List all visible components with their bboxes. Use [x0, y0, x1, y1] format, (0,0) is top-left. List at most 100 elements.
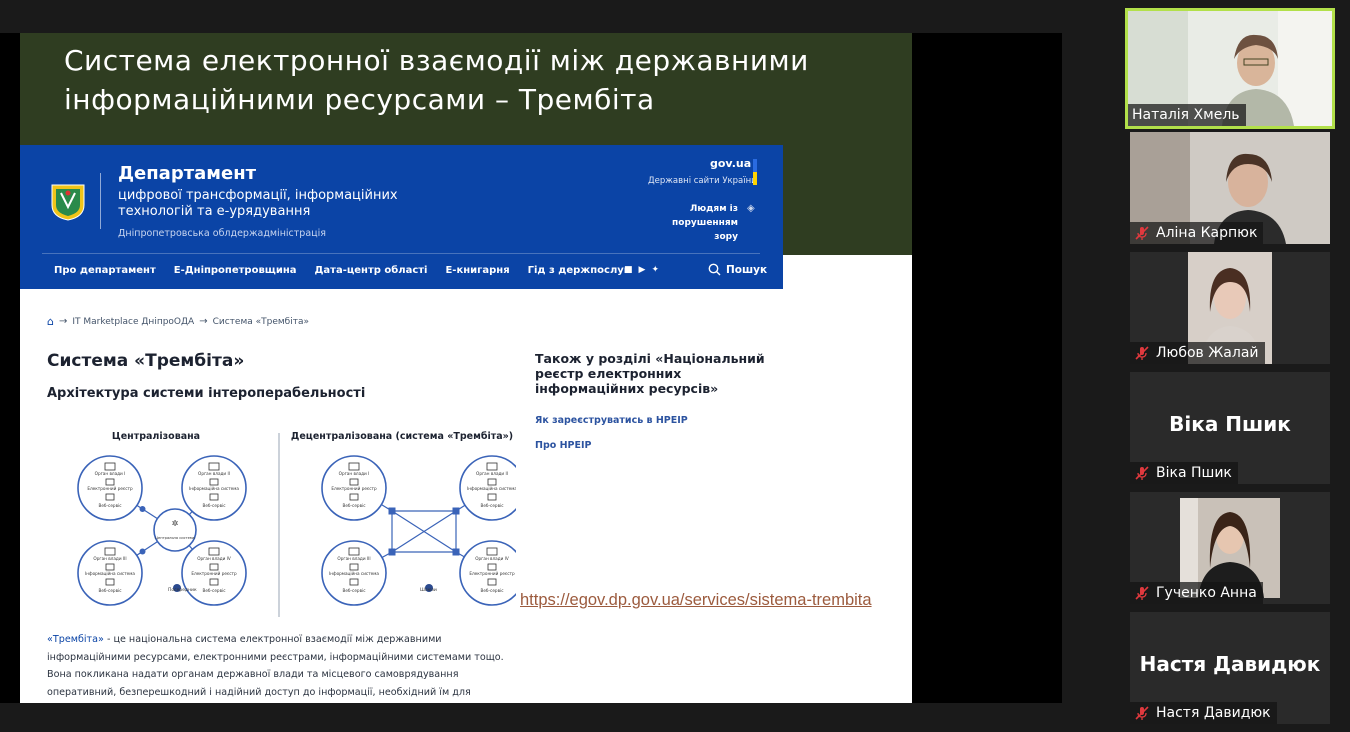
trembita-description: «Трембіта» - це національна система елек… [47, 631, 522, 703]
social-links: ■ ▶ ✦ [624, 265, 659, 275]
diagram-right-title: Децентралізована (система «Трембіта») [291, 431, 513, 442]
participant-tile[interactable]: Любов Жалай [1130, 252, 1330, 364]
participant-name: Аліна Карпюк [1156, 225, 1258, 241]
department-subtitle: цифрової трансформації, інформаційних те… [118, 188, 398, 219]
diagram-node: Орган влади IV Електронний реєстр Веб-серв… [181, 540, 247, 606]
accessibility-link[interactable]: Людям із порушенням зору [642, 202, 738, 244]
gateway-icon [452, 548, 460, 556]
main-nav: Про департамент Е-Дніпропетровщина Дата-… [54, 265, 629, 276]
twitter-icon[interactable]: ✦ [651, 265, 659, 275]
department-region: Дніпропетровська облдержадміністрація [118, 228, 326, 239]
architecture-diagram: Централізована Децентралізована (система… [77, 431, 516, 617]
trembita-link[interactable]: «Трембіта» [47, 634, 104, 645]
diagram-node-service: Веб-сервіс [98, 503, 122, 508]
diagram-node: Орган влади III Інформаційна система Веб-с… [321, 540, 387, 606]
youtube-icon[interactable]: ▶ [639, 265, 646, 275]
participant-name: Любов Жалай [1156, 345, 1259, 361]
muted-mic-icon[interactable] [1134, 585, 1150, 601]
diagram-node: Орган влади III Інформаційна система Веб-с… [77, 540, 143, 606]
website-header: Департамент цифрової трансформації, інфо… [20, 145, 783, 289]
department-title: Департамент [118, 163, 257, 184]
diagram-node-system: Інформаційна система [189, 486, 239, 491]
participant-name: Віка Пшик [1156, 465, 1232, 481]
diagram-node-service: Веб-сервіс [98, 588, 122, 593]
participant-nameplate: Аліна Карпюк [1130, 222, 1264, 244]
slide-title: Система електронної взаємодії між держав… [64, 44, 809, 116]
header-divider [100, 173, 101, 229]
diagram-node-org: Орган влади II [476, 471, 508, 476]
diagram-node-system: Електронний реєстр [331, 486, 377, 491]
diagram-node-org: Орган влади IV [197, 556, 231, 561]
region-emblem-icon [51, 184, 85, 221]
diagram-left-title: Централізована [112, 431, 200, 442]
diagram-node-service: Веб-сервіс [480, 588, 504, 593]
nav-divider [42, 253, 760, 254]
diagram-node-service: Веб-сервіс [202, 503, 226, 508]
diagram-left-legend: Посередник [168, 587, 197, 593]
diagram-node-service: Веб-сервіс [480, 503, 504, 508]
participant-tile[interactable]: Аліна Карпюк [1130, 132, 1330, 244]
breadcrumb-item: Система «Трембіта» [212, 316, 309, 327]
participant-name: Настя Давидюк [1156, 705, 1271, 721]
participant-initials-name: Віка Пшик [1169, 412, 1291, 436]
search-label: Пошук [726, 263, 768, 276]
diagram-node-system: Електронний реєстр [191, 571, 237, 576]
participant-name: Наталія Хмель [1132, 107, 1240, 123]
participant-nameplate: Наталія Хмель [1128, 104, 1246, 126]
breadcrumb: ⌂ → IT Marketplace ДніпроОДА → Система «… [47, 315, 309, 328]
participant-nameplate: Настя Давидюк [1130, 702, 1277, 724]
muted-mic-icon[interactable] [1134, 225, 1150, 241]
participant-tile[interactable]: Настя Давидюк Настя Давидюк [1130, 612, 1330, 724]
shared-screen: Система електронної взаємодії між держав… [0, 33, 1062, 703]
home-icon[interactable]: ⌂ [47, 315, 54, 328]
search-button[interactable]: Пошук [708, 263, 767, 276]
related-link-register[interactable]: Як зареєструватись в НРЕІР [535, 415, 688, 426]
page-title: Система «Трембіта» [47, 351, 245, 371]
nav-item-services-guide[interactable]: Гід з держпослуг [528, 265, 629, 276]
search-icon [708, 263, 721, 276]
breadcrumb-arrow-icon: → [199, 316, 208, 327]
nav-item-ebookstore[interactable]: Е-книгарня [445, 265, 509, 276]
participant-name: Гученко Анна [1156, 585, 1257, 601]
participant-tile-active[interactable]: Наталія Хмель [1125, 8, 1335, 129]
muted-mic-icon[interactable] [1134, 705, 1150, 721]
facebook-icon[interactable]: ■ [624, 265, 633, 275]
diagram-right-legend: Шлюзи [420, 587, 437, 593]
gateway-icon [452, 507, 460, 515]
slide-url-link[interactable]: https://egov.dp.gov.ua/services/sistema-… [520, 591, 872, 610]
nav-item-about[interactable]: Про департамент [54, 265, 156, 276]
muted-mic-icon[interactable] [1134, 465, 1150, 481]
govua-link[interactable]: gov.ua [710, 157, 751, 170]
diagram-node-org: Орган влади IV [475, 556, 509, 561]
diagram-node-system: Інформаційна система [467, 486, 516, 491]
breadcrumb-arrow-icon: → [58, 316, 68, 327]
svg-text:✲: ✲ [172, 519, 179, 528]
breadcrumb-item[interactable]: IT Marketplace ДніпроОДА [72, 317, 194, 327]
nav-item-e-dnipro[interactable]: Е-Дніпропетровщина [174, 265, 297, 276]
diagram-node-service: Веб-сервіс [202, 588, 226, 593]
central-system-label: Центральна система [155, 536, 195, 540]
page-subtitle: Архітектура системи інтероперабельності [47, 386, 366, 401]
eye-icon[interactable]: ◈ [747, 203, 755, 214]
participant-tile[interactable]: Гученко Анна [1130, 492, 1330, 604]
participant-initials-name: Настя Давидюк [1139, 652, 1321, 676]
related-link-about[interactable]: Про НРЕІР [535, 440, 592, 451]
diagram-node-org: Орган влади I [95, 471, 126, 476]
description-text: - це національна система електронної вза… [47, 634, 504, 698]
nav-item-datacenter[interactable]: Дата-центр області [315, 265, 428, 276]
related-section-title: Також у розділі «Національний реєстр еле… [535, 351, 765, 396]
diagram-node-org: Орган влади II [198, 471, 230, 476]
diagram-node-org: Орган влади I [339, 471, 370, 476]
diagram-node-system: Електронний реєстр [469, 571, 515, 576]
diagram-node-service: Веб-сервіс [342, 503, 366, 508]
gateway-icon [388, 507, 396, 515]
participant-nameplate: Віка Пшик [1130, 462, 1238, 484]
diagram-node-service: Веб-сервіс [342, 588, 366, 593]
participant-nameplate: Гученко Анна [1130, 582, 1263, 604]
diagram-node-system: Електронний реєстр [87, 486, 133, 491]
gateway-icon [388, 548, 396, 556]
muted-mic-icon[interactable] [1134, 345, 1150, 361]
participant-tile[interactable]: Віка Пшик Віка Пшик [1130, 372, 1330, 484]
diagram-node-system: Інформаційна система [329, 571, 379, 576]
participant-nameplate: Любов Жалай [1130, 342, 1265, 364]
